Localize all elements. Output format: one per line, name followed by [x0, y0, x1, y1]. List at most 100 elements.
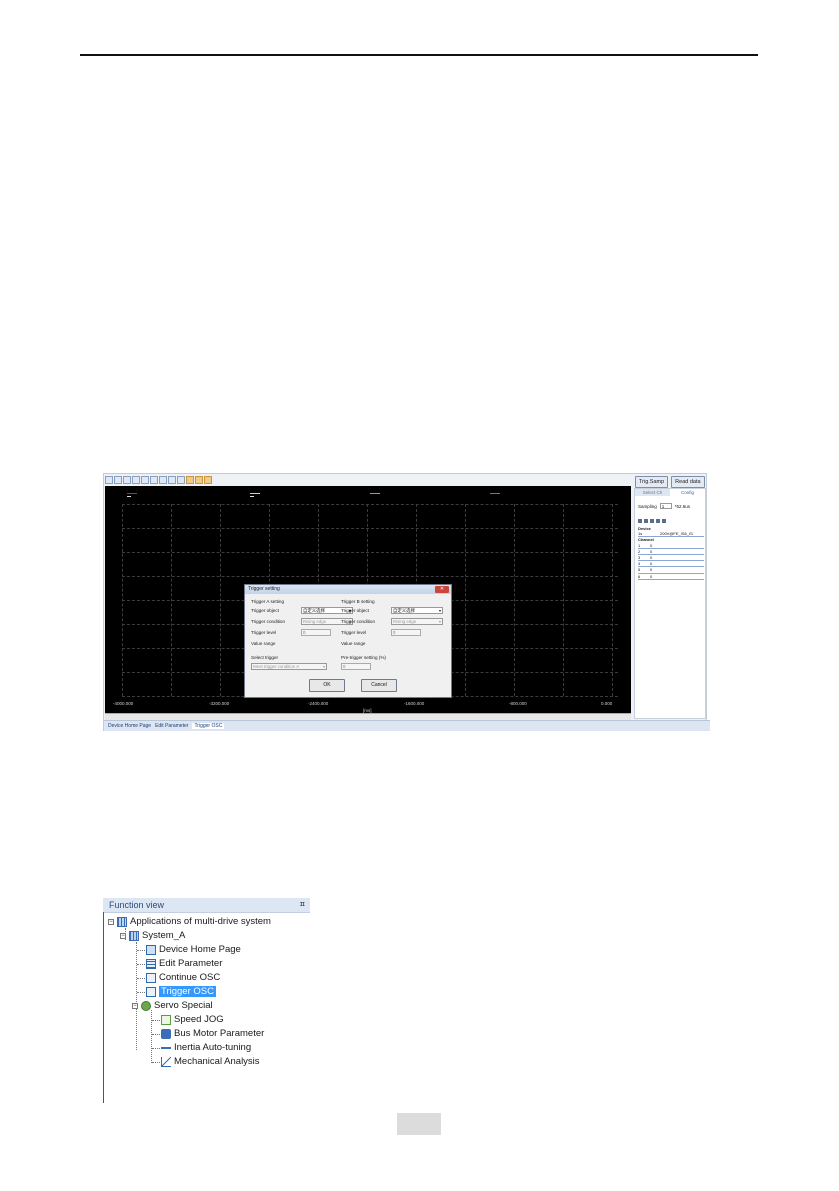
table-row[interactable]: 60 — [638, 574, 704, 580]
collapse-icon[interactable]: − — [132, 1002, 138, 1009]
legend-ch5 — [127, 496, 131, 497]
legend-ch3 — [370, 493, 380, 494]
legend-ch6 — [250, 496, 254, 497]
device-cell: 1s — [638, 531, 643, 537]
home-page-icon — [146, 944, 156, 955]
x-tick: 0.000 — [601, 701, 613, 706]
grid-line — [122, 528, 618, 529]
trigger-condition-label: Trigger condition — [341, 619, 376, 624]
trig-samp-button[interactable]: Trig.Samp — [635, 476, 669, 488]
trigger-level-label: Trigger level — [341, 630, 367, 635]
tree-node-root[interactable]: − Applications of multi-drive system — [108, 915, 271, 928]
tree-node-edit-parameter[interactable]: Edit Parameter — [146, 957, 222, 970]
trigger-object-label: Trigger object — [251, 608, 279, 613]
collapse-icon[interactable]: − — [120, 932, 126, 939]
channel-table: Device 1s 200V@FE_IS6_IS Channel 10 20 30… — [638, 526, 704, 580]
close-icon[interactable]: ✕ — [435, 586, 449, 593]
pre-trigger-label: Pre-trigger setting (%) — [341, 655, 386, 660]
tree-node-continue-osc[interactable]: Continue OSC — [146, 971, 220, 984]
parameter-table-icon — [146, 958, 156, 969]
toolbar-icon[interactable] — [177, 476, 185, 484]
collapse-icon[interactable]: − — [108, 918, 114, 925]
x-tick: -4000.000 — [113, 701, 134, 706]
ok-button[interactable]: OK — [309, 679, 345, 692]
trigger-object-label: Trigger object — [341, 608, 369, 613]
cancel-button[interactable]: Cancel — [361, 679, 397, 692]
trigger-condition-label: Trigger condition — [251, 619, 286, 624]
tool-icon[interactable] — [656, 519, 660, 523]
toolbar-icon[interactable] — [114, 476, 122, 484]
panel-border — [103, 912, 104, 1103]
pin-icon[interactable]: ㅍ — [299, 899, 306, 910]
tool-icon[interactable] — [662, 519, 666, 523]
toolbar-icon[interactable] — [123, 476, 131, 484]
function-view-title: Function view — [109, 900, 165, 910]
x-tick: -1600.000 — [404, 701, 425, 706]
dialog-title: Trigger setting — [245, 585, 451, 594]
tool-icon[interactable] — [644, 519, 648, 523]
tree-node-speed-jog[interactable]: Speed JOG — [161, 1013, 224, 1026]
trigger-a-level-input[interactable]: 0 — [301, 629, 331, 636]
oscilloscope-icon — [146, 986, 156, 997]
toolbar-icon[interactable] — [168, 476, 176, 484]
analysis-chart-icon — [161, 1056, 171, 1067]
speed-jog-icon — [161, 1014, 171, 1025]
sampling-label: Sampling — [638, 503, 657, 509]
tree-node-device-home-page[interactable]: Device Home Page — [146, 943, 241, 956]
tree-node-bus-motor-parameter[interactable]: Bus Motor Parameter — [161, 1027, 264, 1040]
tree-node-mechanical-analysis[interactable]: Mechanical Analysis — [161, 1055, 260, 1068]
select-trigger-label: Select trigger — [251, 655, 279, 660]
header-rule — [80, 54, 758, 56]
tree-node-trigger-osc[interactable]: Trigger OSC — [146, 985, 216, 998]
toolbar-icon[interactable] — [204, 476, 212, 484]
grid-line — [122, 552, 618, 553]
trigger-b-condition-select[interactable]: Rising edge ▾ — [391, 618, 443, 625]
tab-config[interactable]: Config — [670, 489, 705, 496]
tab-edit-parameter[interactable]: Edit Parameter — [155, 723, 188, 729]
oscilloscope-icon — [146, 972, 156, 983]
document-tabs: Device Home Page Edit Parameter Trigger … — [104, 720, 710, 731]
device-name: 200V@FE_IS6_IS — [660, 531, 693, 537]
tree-node-inertia-auto-tuning[interactable]: Inertia Auto-tuning — [161, 1041, 251, 1054]
pre-trigger-input[interactable]: 0 — [341, 663, 371, 670]
system-grid-icon — [117, 916, 127, 927]
tree-node-servo-special[interactable]: − Servo Special — [132, 999, 213, 1012]
read-data-button[interactable]: Read data — [671, 476, 705, 488]
trigger-b-object-select[interactable]: 自定义选择 ▾ — [391, 607, 443, 614]
value-range-label: Value range — [341, 641, 366, 646]
tab-device-home-page[interactable]: Device Home Page — [108, 723, 151, 729]
select-trigger-select[interactable]: Meet trigger condition A ▾ — [251, 663, 327, 670]
toolbar-icon[interactable] — [159, 476, 167, 484]
sampling-unit: *62.5us — [674, 503, 691, 509]
legend-ch4 — [490, 493, 500, 494]
function-view-header: Function view ㅍ — [103, 898, 310, 913]
tool-icon[interactable] — [638, 519, 642, 523]
toolbar-icon[interactable] — [105, 476, 113, 484]
x-tick: -3200.000 — [209, 701, 230, 706]
servo-gear-icon — [141, 1000, 151, 1011]
x-tick: -800.000 — [509, 701, 527, 706]
legend-ch2 — [250, 493, 260, 494]
tree-node-system[interactable]: − System_A — [120, 929, 185, 942]
function-view-panel: Function view ㅍ − Applications of multi-… — [103, 898, 310, 1103]
trigger-b-level-input[interactable]: 0 — [391, 629, 421, 636]
value-range-label: Value range — [251, 641, 276, 646]
toolbar-icon[interactable] — [195, 476, 203, 484]
legend-ch1 — [127, 493, 137, 494]
toolbar-icon[interactable] — [186, 476, 194, 484]
grid-line — [122, 576, 618, 577]
trigger-setting-dialog: Trigger setting ✕ Trigger A setting Trig… — [244, 584, 452, 698]
trigger-level-label: Trigger level — [251, 630, 277, 635]
sampling-input[interactable]: 1 — [659, 503, 672, 509]
x-tick: -2400.000 — [308, 701, 329, 706]
system-grid-icon — [129, 930, 139, 941]
horizontal-scrollbar[interactable] — [105, 713, 631, 720]
toolbar-icon[interactable] — [132, 476, 140, 484]
toolbar-icon[interactable] — [141, 476, 149, 484]
inertia-icon — [161, 1042, 171, 1053]
tool-icon[interactable] — [650, 519, 654, 523]
tab-trigger-osc[interactable]: Trigger OSC — [192, 723, 225, 729]
tab-select-ch[interactable]: Select Ch — [635, 489, 670, 496]
toolbar-icon[interactable] — [150, 476, 158, 484]
config-panel: Select Ch Config Sampling 1 *62.5us Devi… — [634, 488, 706, 719]
